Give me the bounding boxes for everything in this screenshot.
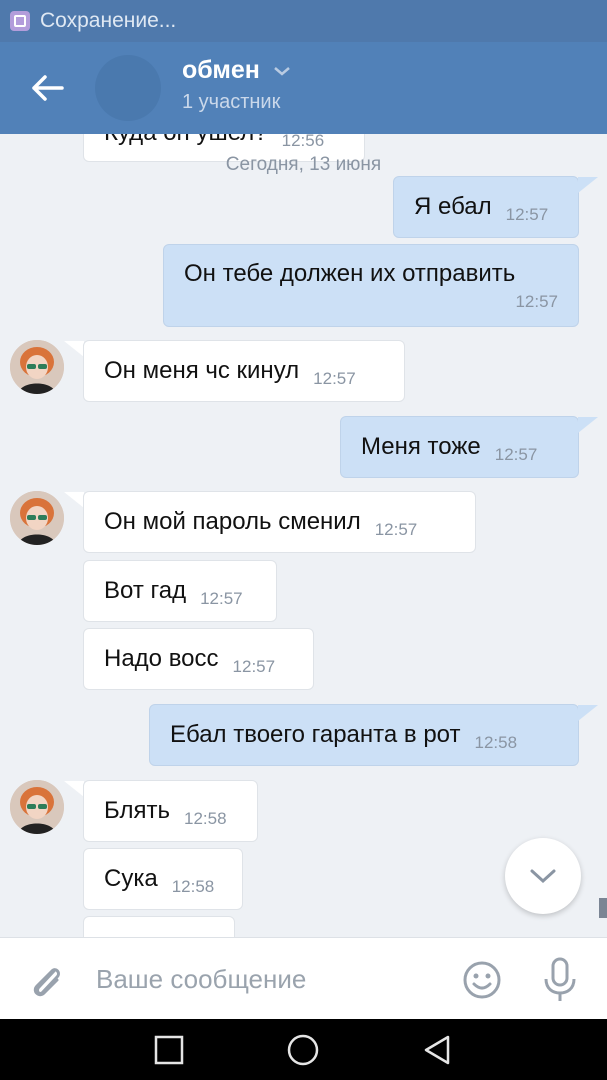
chat-title-area[interactable]: обмен 1 участник xyxy=(182,56,292,114)
message-time: 12:57 xyxy=(232,657,276,676)
chat-avatar[interactable] xyxy=(95,55,161,121)
message-text: Он мой пароль сменил xyxy=(104,508,361,535)
scrollbar-thumb[interactable] xyxy=(599,898,607,918)
message-time: 12:57 xyxy=(313,369,356,388)
message-bubble-out[interactable]: Он тебе должен их отправить 12:57 xyxy=(163,244,579,327)
chat-title: обмен xyxy=(182,56,260,84)
date-separator: Сегодня, 13 июня xyxy=(225,154,382,175)
message-time: 12:57 xyxy=(515,291,558,311)
message-bubble-partial[interactable] xyxy=(83,916,235,937)
bubble-tail xyxy=(64,341,84,357)
chevron-down-icon xyxy=(530,869,556,884)
message-text: Вот гад xyxy=(104,577,187,604)
paperclip-icon[interactable] xyxy=(26,960,68,1002)
message-bubble-in[interactable]: Блять 12:58 xyxy=(83,780,258,842)
message-time: 12:57 xyxy=(494,445,538,464)
message-text: Надо восс xyxy=(104,645,219,672)
message-list[interactable]: Куда он ушел? 12:56 Сегодня, 13 июня Я е… xyxy=(0,134,607,937)
message-text: Блять xyxy=(104,797,170,824)
avatar[interactable] xyxy=(10,780,64,834)
arrow-left-icon[interactable] xyxy=(28,70,68,106)
message-time: 12:56 xyxy=(281,134,325,150)
bubble-tail xyxy=(578,177,598,193)
message-bubble-out[interactable]: Меня тоже 12:57 xyxy=(340,416,579,478)
scroll-down-button[interactable] xyxy=(505,838,581,914)
message-time: 12:57 xyxy=(505,205,549,224)
message-bubble-out[interactable]: Ебал твоего гаранта в рот 12:58 xyxy=(149,704,579,766)
chat-header: обмен 1 участник xyxy=(0,42,607,134)
chat-subtitle: 1 участник xyxy=(182,91,281,113)
message-time: 12:58 xyxy=(183,809,227,828)
bubble-tail xyxy=(578,705,598,721)
message-text: Я ебал xyxy=(414,193,492,220)
message-time: 12:58 xyxy=(171,877,215,896)
recent-apps-icon[interactable] xyxy=(152,1033,186,1067)
message-bubble-in[interactable]: Он мой пароль сменил 12:57 xyxy=(83,491,476,553)
status-text: Сохранение... xyxy=(40,9,177,32)
emoji-icon[interactable] xyxy=(462,960,502,1000)
message-text: Меня тоже xyxy=(361,433,481,460)
message-composer xyxy=(0,937,607,1019)
chevron-down-icon xyxy=(274,66,291,76)
message-text: Он меня чс кинул xyxy=(104,357,300,384)
message-text: Куда он ушел? xyxy=(104,134,268,147)
message-time: 12:58 xyxy=(474,733,518,752)
system-navigation-bar xyxy=(0,1019,607,1080)
message-time: 12:57 xyxy=(374,520,418,539)
message-text: Он тебе должен их отправить xyxy=(184,259,516,287)
bubble-tail xyxy=(64,781,84,797)
home-icon[interactable] xyxy=(286,1033,320,1067)
bubble-tail xyxy=(578,417,598,433)
bubble-tail xyxy=(64,492,84,508)
message-text: Сука xyxy=(104,865,158,892)
message-bubble-in[interactable]: Сука 12:58 xyxy=(83,848,243,910)
message-time: 12:57 xyxy=(200,589,243,608)
message-bubble-out[interactable]: Я ебал 12:57 xyxy=(393,176,579,238)
avatar[interactable] xyxy=(10,491,64,545)
gallery-save-icon xyxy=(10,11,30,31)
message-bubble-in[interactable]: Надо восс 12:57 xyxy=(83,628,314,690)
message-text: Ебал твоего гаранта в рот xyxy=(170,721,461,748)
back-triangle-icon[interactable] xyxy=(420,1033,454,1067)
microphone-icon[interactable] xyxy=(540,957,580,1003)
status-bar: Сохранение... xyxy=(0,0,607,42)
message-input[interactable] xyxy=(96,958,436,1000)
message-bubble-in[interactable]: Вот гад 12:57 xyxy=(83,560,277,622)
message-bubble-in[interactable]: Он меня чс кинул 12:57 xyxy=(83,340,405,402)
avatar[interactable] xyxy=(10,340,64,394)
